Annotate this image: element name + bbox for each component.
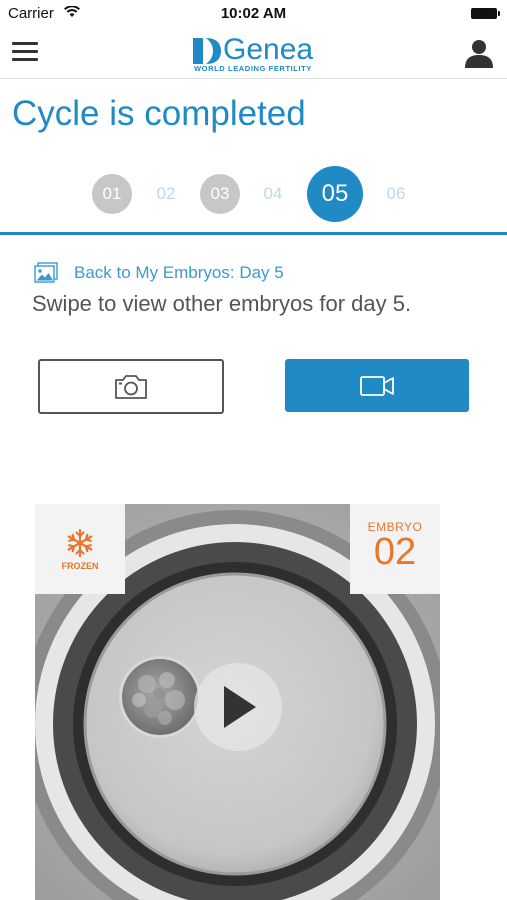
play-video-button[interactable] bbox=[194, 663, 282, 751]
camera-icon bbox=[115, 374, 147, 399]
clock: 10:02 AM bbox=[220, 5, 287, 22]
hamburger-menu-icon[interactable] bbox=[12, 42, 38, 64]
nav-bar: Genea WORLD LEADING FERTILITY bbox=[0, 28, 507, 79]
status-bar: Carrier 10:02 AM bbox=[0, 0, 507, 28]
step-01[interactable]: 01 bbox=[92, 174, 132, 214]
swipe-instruction: Swipe to view other embryos for day 5. bbox=[32, 291, 412, 316]
genea-logo-mark-icon bbox=[193, 38, 221, 64]
profile-icon[interactable] bbox=[463, 37, 495, 69]
back-link-label: Back to My Embryos: Day 5 bbox=[74, 263, 284, 282]
step-05[interactable]: 05 bbox=[307, 166, 363, 222]
video-button[interactable] bbox=[285, 359, 469, 412]
play-icon bbox=[224, 686, 256, 728]
gallery-icon bbox=[34, 262, 58, 283]
frozen-badge: FROZEN bbox=[35, 504, 125, 594]
genea-logo: Genea WORLD LEADING FERTILITY bbox=[193, 33, 319, 74]
step-03[interactable]: 03 bbox=[200, 174, 240, 214]
embryo-card[interactable]: FROZEN EMBRYO 02 bbox=[35, 504, 440, 900]
battery-icon bbox=[471, 8, 500, 19]
frozen-label: FROZEN bbox=[61, 560, 99, 571]
step-06[interactable]: 06 bbox=[376, 174, 416, 214]
logo-wordmark: Genea bbox=[223, 33, 314, 66]
cycle-step-indicator: 01 02 03 04 05 06 bbox=[0, 166, 507, 222]
photo-button[interactable] bbox=[38, 359, 224, 414]
snowflake-icon bbox=[67, 528, 93, 557]
step-04[interactable]: 04 bbox=[253, 174, 293, 214]
back-to-embryos-link[interactable]: Back to My Embryos: Day 5 bbox=[34, 262, 284, 284]
step-divider bbox=[0, 232, 507, 235]
logo-tagline: WORLD LEADING FERTILITY bbox=[194, 64, 312, 73]
embryo-number: 02 bbox=[373, 531, 417, 573]
page-title: Cycle is completed bbox=[12, 94, 306, 133]
video-camera-icon bbox=[360, 375, 394, 396]
step-02[interactable]: 02 bbox=[146, 174, 186, 214]
embryo-number-badge: EMBRYO 02 bbox=[350, 504, 440, 594]
